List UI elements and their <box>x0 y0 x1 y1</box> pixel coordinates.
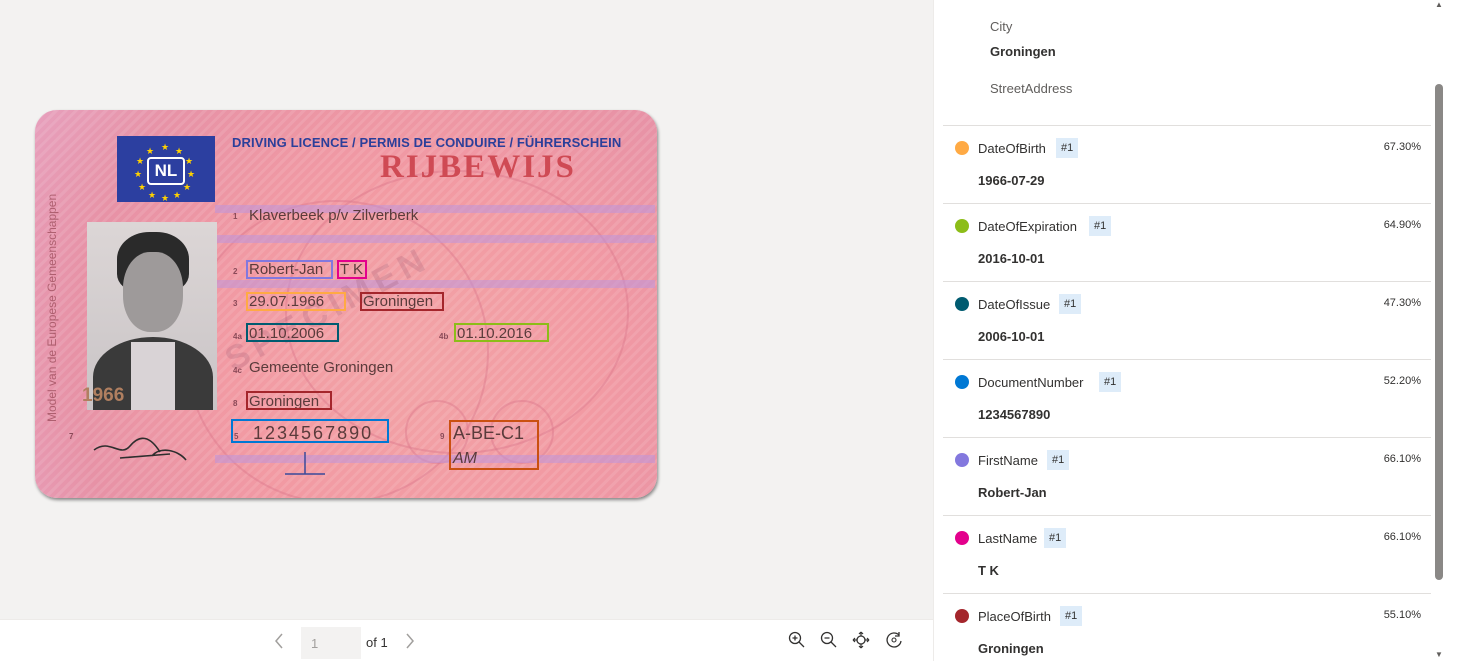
field-value: 2006-10-01 <box>978 329 1045 344</box>
bbox-lastname[interactable] <box>337 260 367 279</box>
field-name: LastName <box>978 531 1038 546</box>
document-viewer[interactable]: SPECIMEN Model van de Europese Gemeensch… <box>0 0 933 619</box>
surname-text: Klaverbeek p/v Zilverberk <box>249 207 419 224</box>
chevron-right-icon[interactable] <box>404 632 416 655</box>
eu-flag: ★ ★ ★ ★ ★ ★ ★ ★ ★ ★ ★ ★ NL <box>117 136 215 203</box>
field-number: 1 <box>233 212 238 221</box>
scrollbar[interactable]: ▲ ▼ <box>1433 0 1445 661</box>
street-address-label: StreetAddress <box>990 81 1073 96</box>
field-confidence: 47.30% <box>1383 297 1421 309</box>
field-index-badge: #1 <box>1047 450 1070 470</box>
field-value: 1966-07-29 <box>978 173 1045 188</box>
field-number: 8 <box>233 399 238 408</box>
signature-image <box>93 437 187 461</box>
bbox-categories[interactable] <box>449 420 539 470</box>
field-confidence: 67.30% <box>1383 141 1421 153</box>
field-documentnumber[interactable]: DocumentNumber #1 52.20% 1234567890 <box>943 359 1431 438</box>
field-color-dot <box>955 141 969 155</box>
field-number: 3 <box>233 299 238 308</box>
holder-photo <box>87 222 217 410</box>
field-name: DateOfExpiration <box>978 219 1077 234</box>
page-number-input[interactable] <box>301 627 361 659</box>
field-index-badge: #1 <box>1044 528 1067 548</box>
field-index-badge: #1 <box>1059 294 1082 314</box>
field-value: 2016-10-01 <box>978 251 1045 266</box>
decorative-stripe <box>215 280 655 288</box>
field-number: 4a <box>233 332 242 341</box>
field-placeofbirth[interactable]: PlaceOfBirth #1 55.10% Groningen <box>943 593 1431 661</box>
field-confidence: 66.10% <box>1383 531 1421 543</box>
results-panel[interactable]: City Groningen StreetAddress DateOfBirth… <box>933 0 1457 661</box>
field-confidence: 55.10% <box>1383 609 1421 621</box>
zoom-out-icon[interactable] <box>820 631 838 654</box>
scroll-down-arrow-icon[interactable]: ▼ <box>1435 650 1443 659</box>
card-title: RIJBEWIJS <box>380 149 576 185</box>
photo-year: 1966 <box>82 385 125 406</box>
field-dateofbirth[interactable]: DateOfBirth #1 67.30% 1966-07-29 <box>943 125 1431 204</box>
fit-to-page-icon[interactable] <box>852 631 870 654</box>
card-side-text: Model van de Europese Gemeenschappen <box>45 193 59 422</box>
scroll-up-arrow-icon[interactable]: ▲ <box>1435 0 1443 9</box>
bbox-documentnumber[interactable] <box>231 419 389 443</box>
field-index-badge: #1 <box>1089 216 1112 236</box>
field-confidence: 52.20% <box>1383 375 1421 387</box>
field-name: DateOfBirth <box>978 141 1046 156</box>
field-value: 1234567890 <box>978 407 1051 422</box>
field-index-badge: #1 <box>1060 606 1083 626</box>
zoom-in-icon[interactable] <box>788 631 806 654</box>
chevron-left-icon[interactable] <box>273 632 285 655</box>
field-value: T K <box>978 563 999 578</box>
viewer-toolbar: of 1 <box>0 619 933 662</box>
bbox-residence[interactable] <box>246 391 332 410</box>
field-firstname[interactable]: FirstName #1 66.10% Robert-Jan <box>943 437 1431 516</box>
field-color-dot <box>955 375 969 389</box>
field-number: 9 <box>440 432 445 441</box>
bbox-placeofbirth[interactable] <box>360 292 444 311</box>
field-confidence: 64.90% <box>1383 219 1421 231</box>
field-confidence: 66.10% <box>1383 453 1421 465</box>
field-index-badge: #1 <box>1056 138 1079 158</box>
field-number: 7 <box>69 432 74 441</box>
field-color-dot <box>955 219 969 233</box>
decorative-mark <box>285 452 325 475</box>
field-number: 2 <box>233 267 238 276</box>
decorative-stripe <box>215 235 655 243</box>
bbox-dateofexpiration[interactable] <box>454 323 549 342</box>
city-value: Groningen <box>990 44 1056 59</box>
field-value: Groningen <box>978 641 1044 656</box>
field-index-badge: #1 <box>1099 372 1122 392</box>
field-dateofexpiration[interactable]: DateOfExpiration #1 64.90% 2016-10-01 <box>943 203 1431 282</box>
rotate-icon[interactable] <box>885 631 903 654</box>
bbox-firstname[interactable] <box>246 260 333 279</box>
document-image: SPECIMEN Model van de Europese Gemeensch… <box>33 108 659 502</box>
city-label: City <box>990 19 1013 34</box>
field-color-dot <box>955 297 969 311</box>
field-value: Robert-Jan <box>978 485 1047 500</box>
field-name: PlaceOfBirth <box>978 609 1051 624</box>
field-name: FirstName <box>978 453 1038 468</box>
field-dateofissue[interactable]: DateOfIssue #1 47.30% 2006-10-01 <box>943 281 1431 360</box>
page-count: of 1 <box>366 635 388 650</box>
field-name: DocumentNumber <box>978 375 1084 390</box>
card-header: DRIVING LICENCE / PERMIS DE CONDUIRE / F… <box>232 135 622 150</box>
bbox-dateofbirth[interactable] <box>246 292 346 311</box>
field-color-dot <box>955 609 969 623</box>
scrollbar-thumb[interactable] <box>1435 84 1443 580</box>
authority-text: Gemeente Groningen <box>249 359 394 376</box>
field-lastname[interactable]: LastName #1 66.10% T K <box>943 515 1431 594</box>
bbox-dateofissue[interactable] <box>246 323 339 342</box>
field-number: 4c <box>233 366 242 375</box>
country-code: NL <box>147 157 185 185</box>
field-number: 4b <box>439 332 449 341</box>
field-color-dot <box>955 453 969 467</box>
field-color-dot <box>955 531 969 545</box>
field-name: DateOfIssue <box>978 297 1051 312</box>
